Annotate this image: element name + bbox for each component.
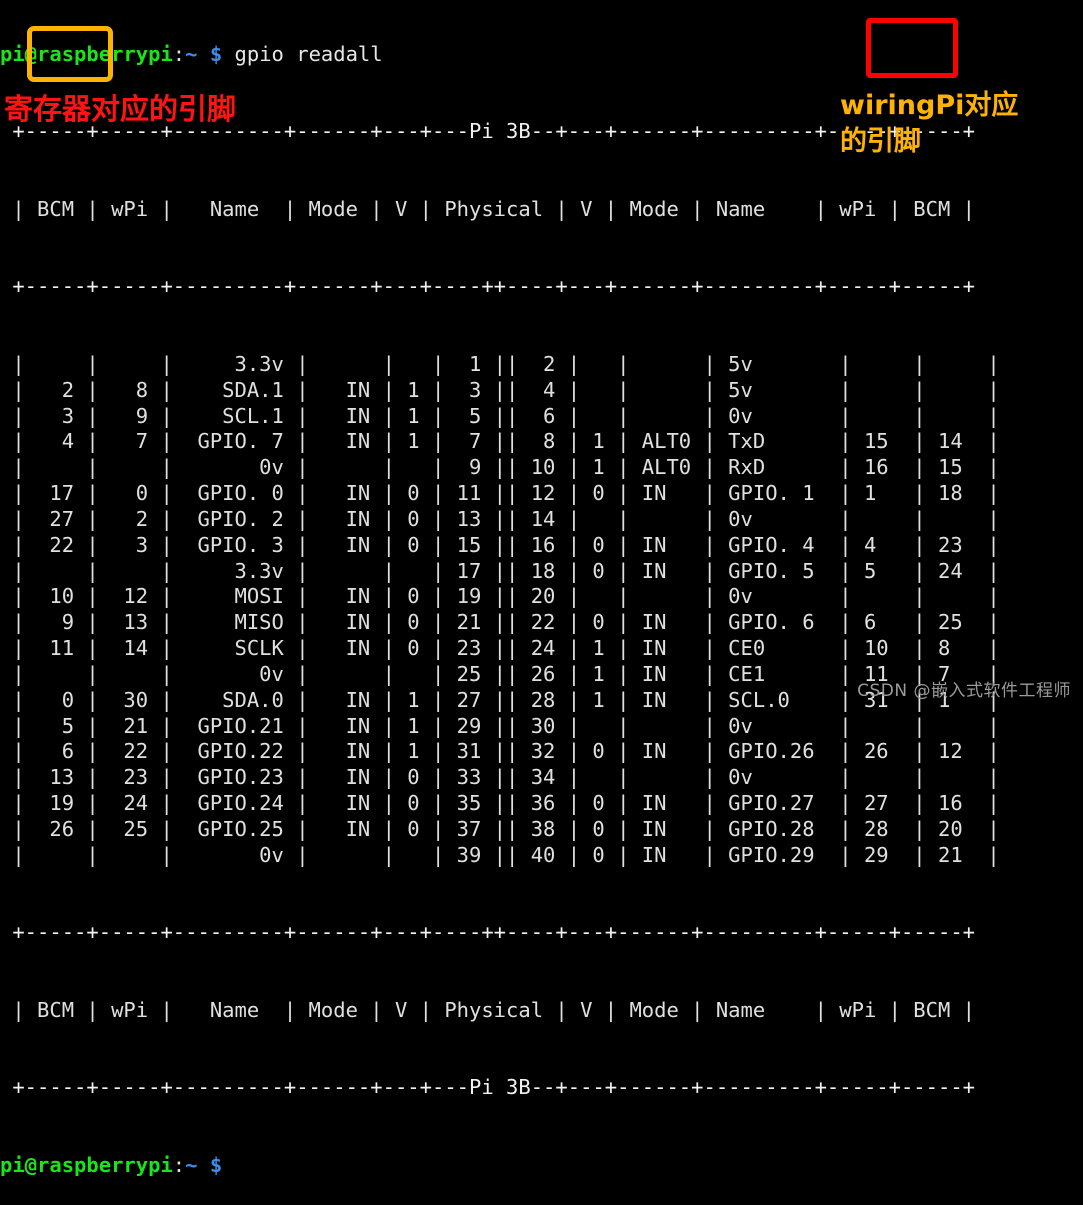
table-row: | 3 | 9 | SCL.1 | IN | 1 | 5 || 6 | | | … bbox=[0, 403, 1000, 428]
table-row: | 9 | 13 | MISO | IN | 0 | 21 || 22 | 0 … bbox=[0, 610, 1000, 635]
prompt-path: ~ bbox=[185, 41, 198, 66]
table-row: | 17 | 0 | GPIO. 0 | IN | 0 | 11 || 12 |… bbox=[0, 481, 1000, 506]
highlight-box-wpi-column bbox=[866, 18, 958, 78]
table-row: | 11 | 14 | SCLK | IN | 0 | 23 || 24 | 1… bbox=[0, 636, 1000, 661]
table-row: | 26 | 25 | GPIO.25 | IN | 0 | 37 || 38 … bbox=[0, 817, 1000, 841]
prompt-colon: : bbox=[172, 41, 186, 66]
table-row: | 10 | 12 | MOSI | IN | 0 | 19 || 20 | |… bbox=[0, 584, 1000, 609]
table-row: | 5 | 21 | GPIO.21 | IN | 1 | 29 || 30 |… bbox=[0, 713, 1000, 738]
final-prompt-space bbox=[197, 1153, 209, 1177]
table-row: | 6 | 22 | GPIO.22 | IN | 1 | 31 || 32 |… bbox=[0, 739, 1000, 764]
command-space bbox=[222, 42, 234, 66]
table-header-row-top: | BCM | wPi | Name | Mode | V | Physical… bbox=[0, 196, 976, 221]
table-row: | | | 3.3v | | | 17 || 18 | 0 | IN | GPI… bbox=[0, 558, 1000, 583]
table-row: | 2 | 8 | SDA.1 | IN | 1 | 3 || 4 | | | … bbox=[0, 377, 1000, 402]
table-row: | 22 | 3 | GPIO. 3 | IN | 0 | 15 || 16 |… bbox=[0, 532, 1000, 557]
command-text: gpio readall bbox=[234, 41, 383, 66]
table-border-top: +-----+-----+---------+------+---+---Pi … bbox=[0, 119, 976, 144]
table-border-mid-bottom: +-----+-----+---------+------+---+----++… bbox=[0, 920, 976, 945]
table-row: | 4 | 7 | GPIO. 7 | IN | 1 | 7 || 8 | 1 … bbox=[0, 429, 1000, 454]
table-row: | 13 | 23 | GPIO.23 | IN | 0 | 33 || 34 … bbox=[0, 765, 1000, 790]
terminal-output[interactable]: pi@raspberrypi:~ $ gpio readall +-----+-… bbox=[0, 0, 1083, 1177]
table-border-mid-top: +-----+-----+---------+------+---+----++… bbox=[0, 274, 976, 299]
final-prompt-dollar: $ bbox=[209, 1152, 223, 1177]
final-prompt-colon: : bbox=[172, 1152, 186, 1177]
table-row: | 27 | 2 | GPIO. 2 | IN | 0 | 13 || 14 |… bbox=[0, 506, 1000, 531]
table-body: | | | 3.3v | | | 1 || 2 | | | 5v | | | |… bbox=[0, 352, 1083, 869]
table-row: | | | 0v | | | 39 || 40 | 0 | IN | GPIO.… bbox=[0, 842, 1000, 867]
prompt-dollar: $ bbox=[209, 41, 223, 66]
table-border-bottom: +-----+-----+---------+------+---+---Pi … bbox=[0, 1075, 976, 1100]
watermark-csdn: CSDN @嵌入式软件工程师 bbox=[857, 681, 1071, 701]
final-prompt-user-host: pi@raspberrypi bbox=[0, 1152, 173, 1177]
table-row: | 19 | 24 | GPIO.24 | IN | 0 | 35 || 36 … bbox=[0, 791, 1000, 816]
final-prompt-path: ~ bbox=[185, 1152, 198, 1177]
highlight-box-bcm-column bbox=[27, 26, 113, 82]
table-row: | | | 0v | | | 9 || 10 | 1 | ALT0 | RxD … bbox=[0, 455, 1000, 480]
table-header-row-bottom: | BCM | wPi | Name | Mode | V | Physical… bbox=[0, 997, 976, 1022]
final-prompt-line: pi@raspberrypi:~ $ bbox=[0, 1153, 1083, 1179]
table-row: | | | 3.3v | | | 1 || 2 | | | 5v | | | bbox=[0, 351, 1000, 376]
